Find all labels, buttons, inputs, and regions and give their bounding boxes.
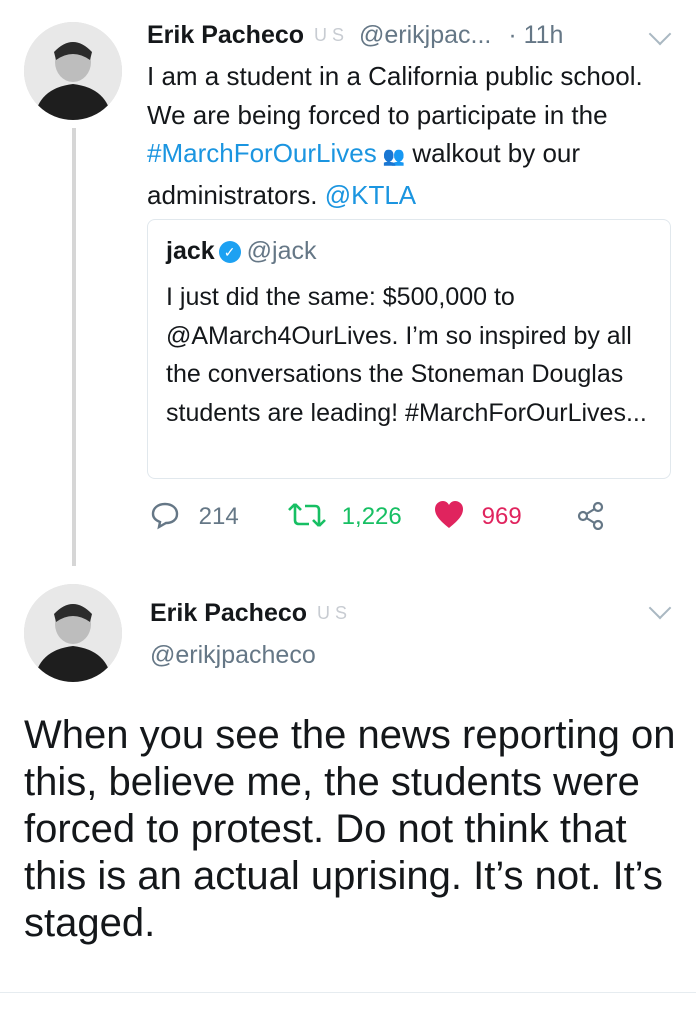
reply-count: 214 <box>198 503 239 530</box>
tweet-body: I am a student in a California public sc… <box>147 57 667 214</box>
thread-connector-line <box>72 128 76 566</box>
hashtag-link[interactable]: #MarchForOurLives <box>147 138 377 168</box>
reply-icon <box>151 502 179 530</box>
author-handle[interactable]: @erikjpac... <box>359 21 491 49</box>
share-icon <box>577 501 604 531</box>
avatar-photo <box>24 584 122 682</box>
author-handle[interactable]: @erikjpacheco <box>150 641 316 669</box>
chevron-down-icon[interactable] <box>648 596 672 620</box>
divider <box>0 992 696 993</box>
avatar[interactable] <box>24 22 122 120</box>
quoted-tweet-text: I just did the same: $500,000 to @AMarch… <box>166 283 647 427</box>
retweet-count: 1,226 <box>341 503 402 530</box>
quoted-tweet-card[interactable]: jack ✓ @jack I just did the same: $500,000… <box>147 219 671 479</box>
user-badges: U S <box>317 603 348 623</box>
retweet-icon <box>288 503 326 527</box>
heart-icon <box>435 501 463 528</box>
quoted-author-name: jack <box>166 237 215 265</box>
avatar-photo <box>24 22 122 120</box>
tweet-timestamp[interactable]: · 11h <box>508 21 563 49</box>
tweet-body-large: When you see the news reporting on this,… <box>24 713 676 945</box>
share-button[interactable] <box>576 500 606 534</box>
tweet-text: I am a student in a California public sc… <box>147 61 643 130</box>
avatar[interactable] <box>24 584 122 682</box>
march-emoji-icon: 👥 <box>382 146 406 166</box>
quoted-author-handle: @jack <box>246 237 317 265</box>
user-badges: U S <box>314 25 345 45</box>
chevron-down-icon[interactable] <box>648 22 672 46</box>
like-count: 969 <box>481 503 522 530</box>
author-name[interactable]: Erik Pacheco <box>147 21 304 49</box>
quoted-tweet-header: jack ✓ @jack <box>166 236 317 266</box>
verified-badge-icon: ✓ <box>218 241 241 263</box>
retweet-button[interactable]: 1,226 <box>287 500 402 534</box>
tweet-header: Erik Pacheco U S <box>150 598 347 628</box>
author-name[interactable]: Erik Pacheco <box>150 599 307 627</box>
tweet-header: Erik Pacheco U S @erikjpac... · 11h <box>147 20 563 50</box>
like-button[interactable]: 969 <box>433 500 522 534</box>
author-handle-line: @erikjpacheco <box>150 640 316 670</box>
mention-link[interactable]: @KTLA <box>325 180 416 210</box>
reply-button[interactable]: 214 <box>150 500 239 534</box>
